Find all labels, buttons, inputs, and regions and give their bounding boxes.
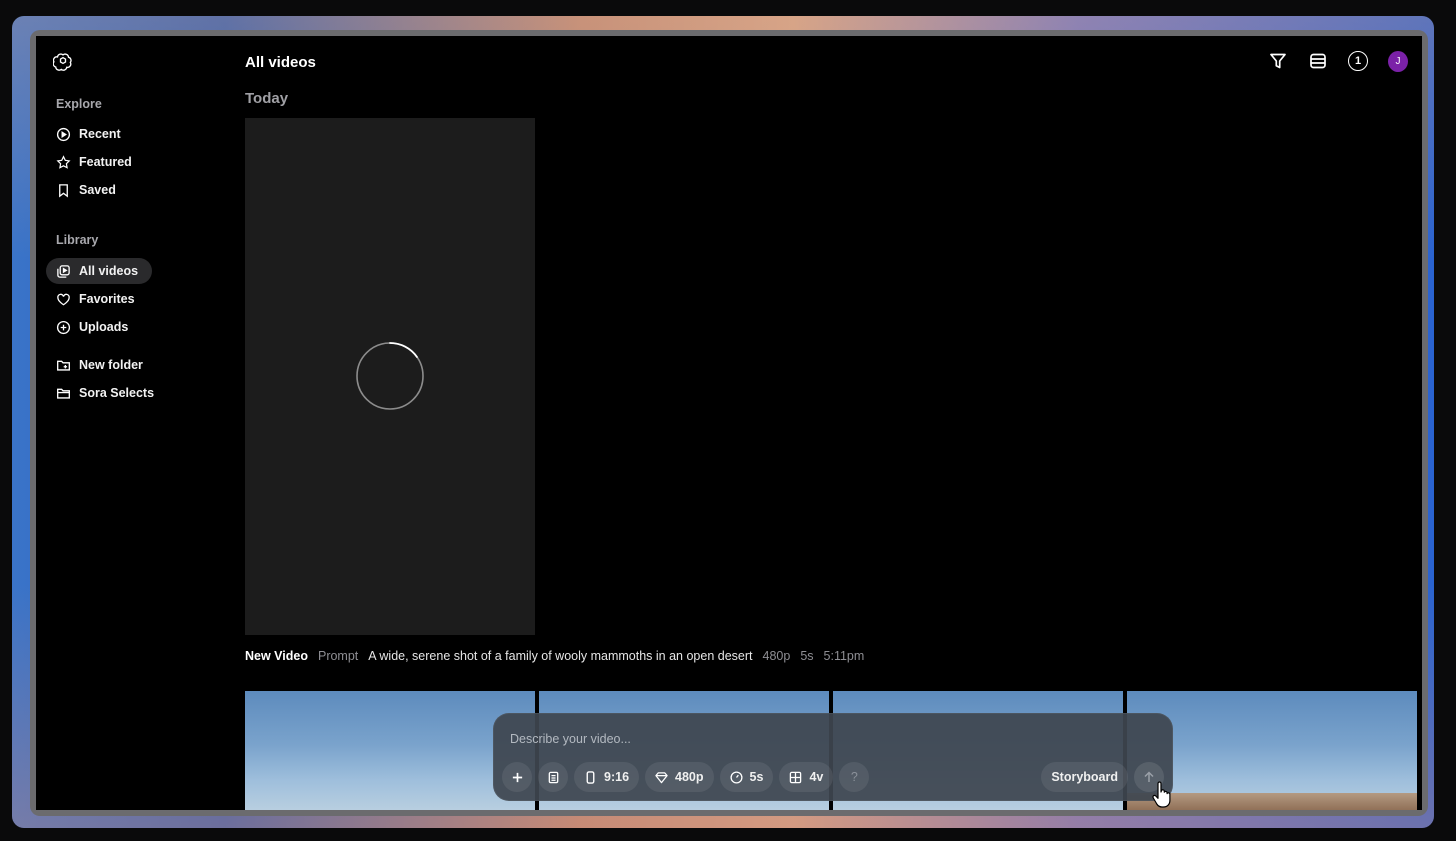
sidebar-item-label: New folder <box>79 358 143 372</box>
list-view-icon <box>1310 53 1326 69</box>
videos-icon <box>57 264 70 278</box>
filter-button[interactable] <box>1268 51 1288 71</box>
library-section-title: Library <box>56 233 99 247</box>
date-group-label: Today <box>245 90 289 107</box>
add-media-button[interactable] <box>502 762 532 792</box>
plus-icon <box>512 772 522 782</box>
app-window: Explore Recent Featured Saved Library Al… <box>30 30 1428 816</box>
sidebar-item-saved[interactable]: Saved <box>46 177 130 203</box>
video-resolution: 480p <box>762 649 791 663</box>
storyboard-label: Storyboard <box>1051 770 1118 784</box>
prompt-label: Prompt <box>317 649 359 663</box>
phone-portrait-icon <box>586 770 595 784</box>
sidebar-item-featured[interactable]: Featured <box>46 149 146 175</box>
list-view-button[interactable] <box>1308 51 1328 71</box>
sidebar-item-favorites[interactable]: Favorites <box>46 286 149 312</box>
storyboard-button[interactable]: Storyboard <box>1041 762 1128 792</box>
sidebar-item-label: Recent <box>79 127 121 141</box>
app-root: Explore Recent Featured Saved Library Al… <box>36 36 1422 810</box>
video-meta-row: New Video Prompt A wide, serene shot of … <box>245 649 864 663</box>
sidebar-item-label: Sora Selects <box>79 386 155 400</box>
sidebar-item-label: All videos <box>79 264 139 278</box>
aspect-ratio-value: 9:16 <box>604 770 630 784</box>
sidebar-item-label: Featured <box>79 155 132 169</box>
diamond-icon <box>655 771 668 783</box>
filter-icon <box>1270 53 1286 69</box>
video-title[interactable]: New Video <box>245 649 308 663</box>
top-toolbar: 1 J <box>1268 50 1408 72</box>
folder-plus-icon <box>57 360 70 371</box>
sidebar-item-label: Favorites <box>79 292 135 306</box>
grid-icon <box>790 771 802 783</box>
star-icon <box>56 154 71 169</box>
clock-icon <box>729 770 743 784</box>
sidebar-item-recent[interactable]: Recent <box>46 121 135 147</box>
page-title: All videos <box>245 54 316 71</box>
explore-section-title: Explore <box>56 97 102 111</box>
folder-icon <box>57 388 70 399</box>
sidebar-item-uploads[interactable]: Uploads <box>46 314 142 340</box>
variations-value: 4v <box>809 770 824 784</box>
hand-pointer-cursor-icon <box>1152 781 1171 808</box>
resolution-value: 480p <box>675 770 704 784</box>
user-avatar-button[interactable]: J <box>1388 50 1408 72</box>
prompt-composer: 9:16 480p 5s 4v ? Storyboard <box>493 713 1173 801</box>
notifications-button[interactable]: 1 <box>1348 51 1368 71</box>
heart-icon <box>57 293 70 305</box>
document-icon <box>548 771 558 783</box>
duration-value: 5s <box>749 770 764 784</box>
avatar: J <box>1388 50 1408 72</box>
bookmark-icon <box>59 183 68 197</box>
presets-button[interactable] <box>538 762 568 792</box>
sidebar-item-sora-selects[interactable]: Sora Selects <box>46 380 168 406</box>
video-thumbnail[interactable] <box>245 691 535 810</box>
sidebar-item-label: Saved <box>79 183 116 197</box>
composer-controls: 9:16 480p 5s 4v ? <box>502 762 870 792</box>
video-timestamp: 5:11pm <box>823 649 865 663</box>
openai-logo-icon[interactable] <box>53 52 73 72</box>
video-card-generating[interactable] <box>245 118 535 635</box>
notification-count-badge: 1 <box>1348 51 1368 71</box>
video-prompt-text: A wide, serene shot of a family of wooly… <box>368 649 753 663</box>
sidebar: Explore Recent Featured Saved Library Al… <box>36 36 236 810</box>
play-circle-icon <box>56 127 71 141</box>
help-button[interactable]: ? <box>839 762 870 792</box>
duration-selector[interactable]: 5s <box>719 762 774 792</box>
variations-selector[interactable]: 4v <box>779 762 834 792</box>
plus-circle-icon <box>56 320 71 334</box>
sidebar-item-new-folder[interactable]: New folder <box>46 352 157 378</box>
loading-spinner-icon <box>356 342 424 410</box>
sidebar-item-label: Uploads <box>79 320 129 334</box>
sidebar-item-all-videos[interactable]: All videos <box>46 258 153 284</box>
composer-actions: Storyboard <box>1041 762 1164 792</box>
video-duration: 5s <box>800 649 814 663</box>
aspect-ratio-selector[interactable]: 9:16 <box>574 762 640 792</box>
prompt-input[interactable] <box>510 728 1150 750</box>
resolution-selector[interactable]: 480p <box>645 762 714 792</box>
